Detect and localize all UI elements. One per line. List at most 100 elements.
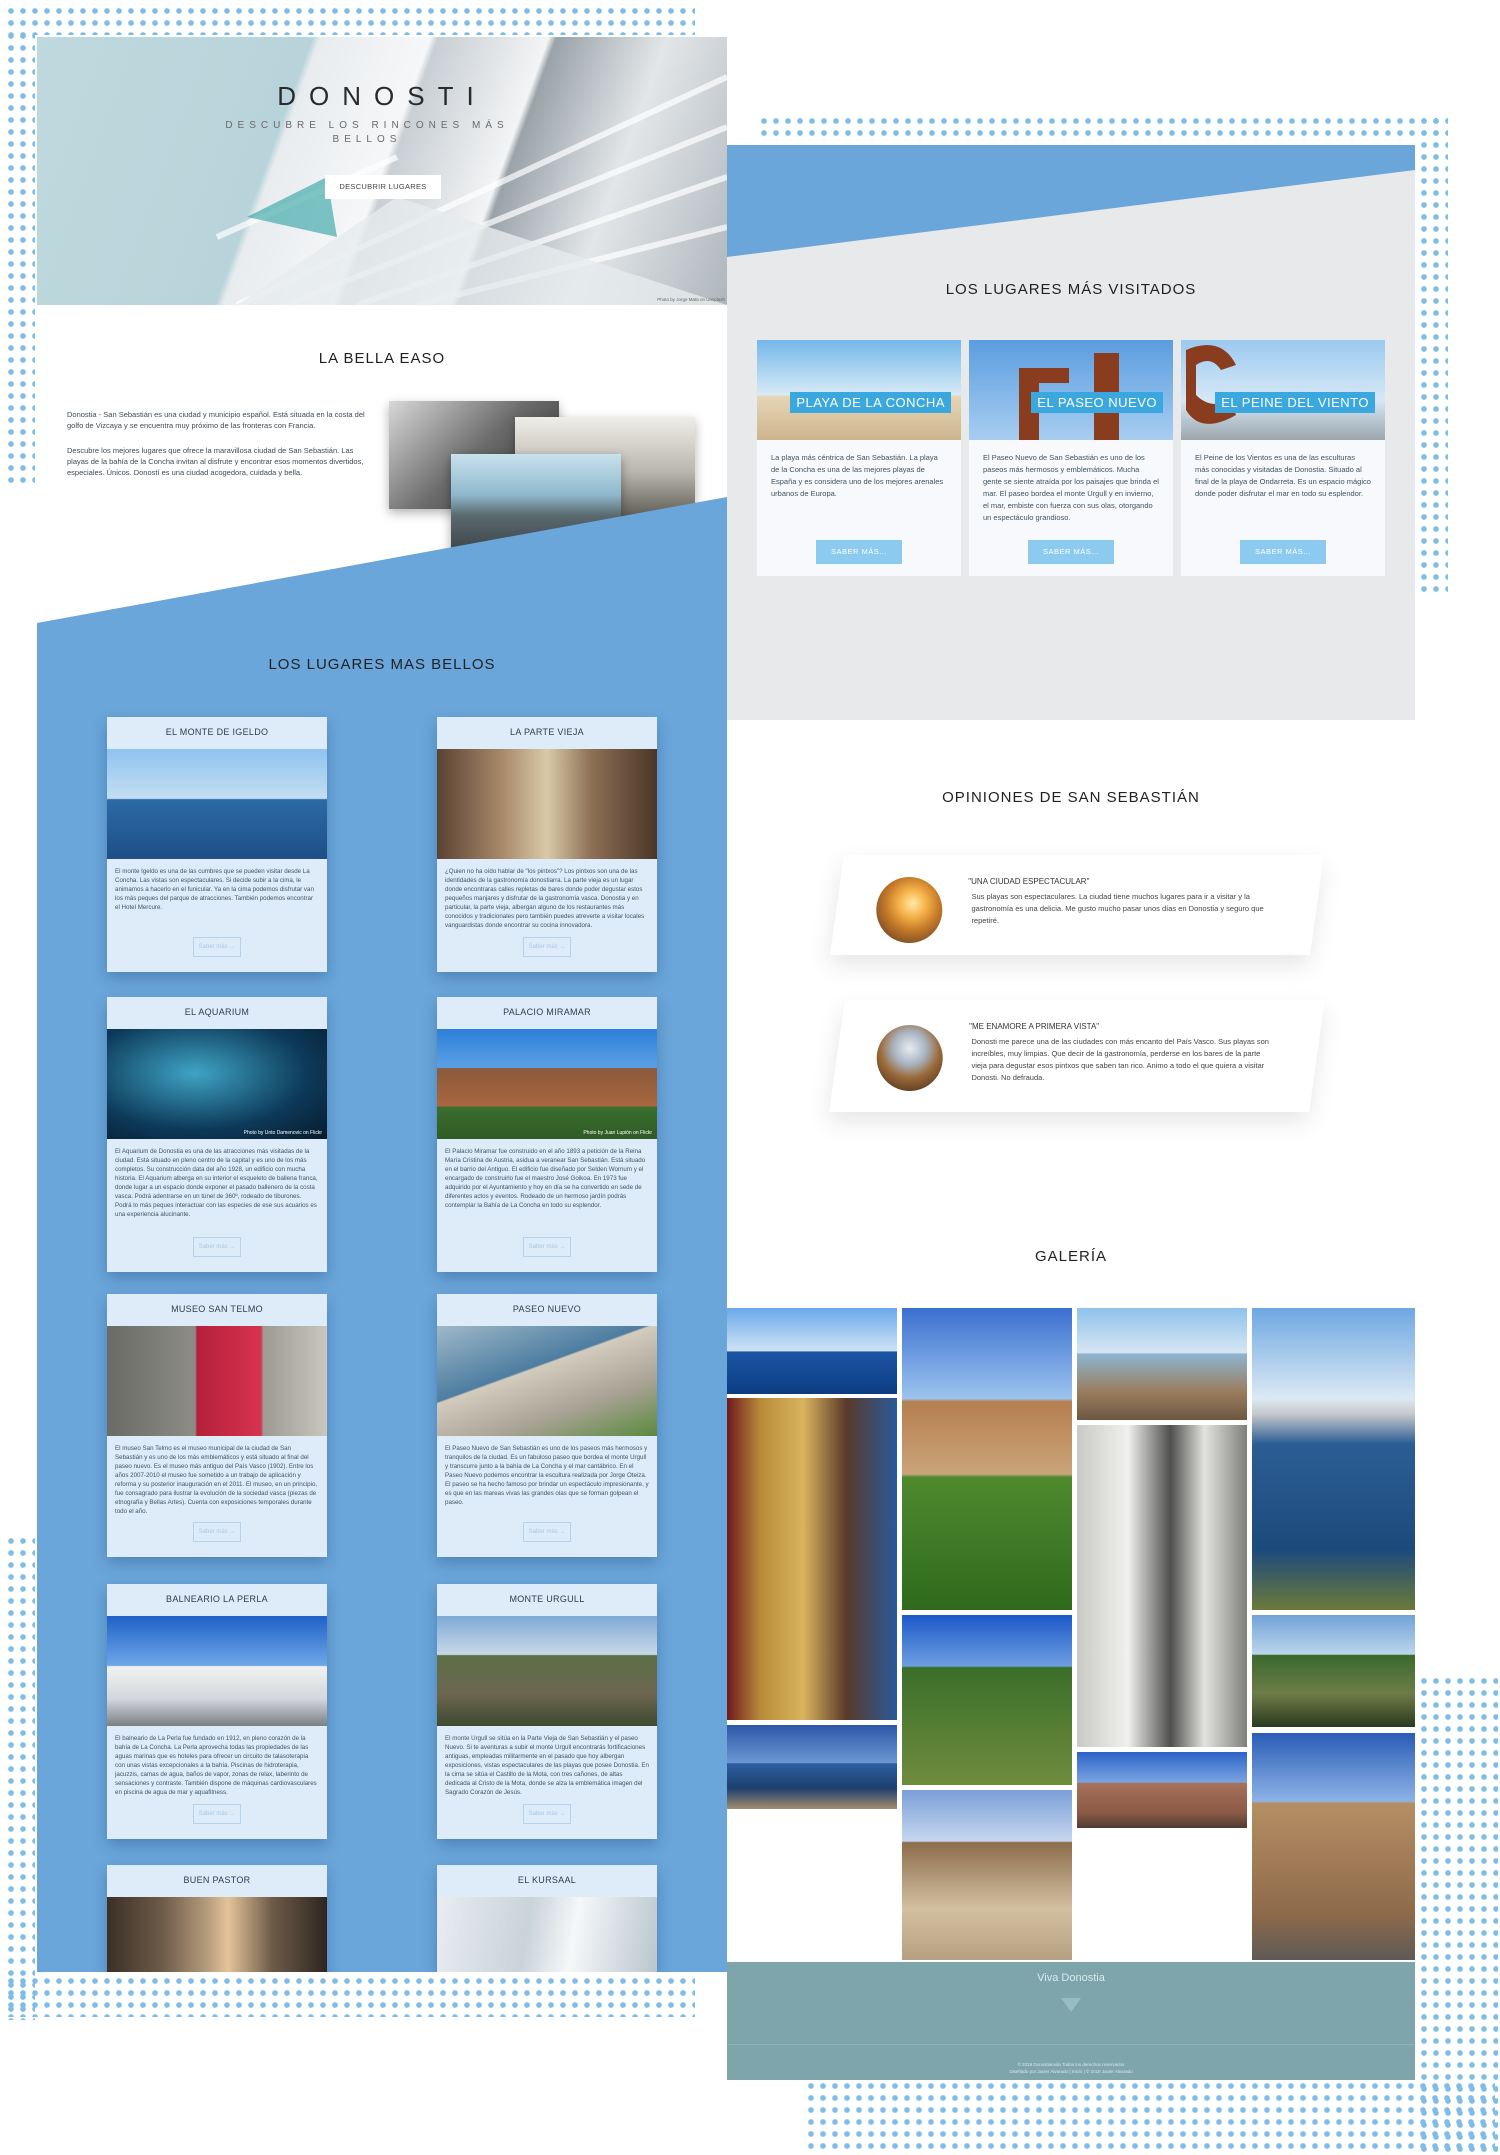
bellos-card[interactable]: PALACIO MIRAMAR Photo by Juan Lupión on … xyxy=(437,997,657,1272)
gallery-photo-mural xyxy=(1077,1425,1247,1747)
visitados-card-button[interactable]: SABER MÁS... xyxy=(1240,540,1326,564)
footer-divider xyxy=(727,2044,1415,2045)
bellos-card-more-button[interactable]: Saber más → xyxy=(193,1522,241,1542)
visitados-card-text: La playa más céntrica de San Sebastián. … xyxy=(771,453,944,498)
dot-frame-top-left xyxy=(5,5,695,35)
visitados-card-badge: EL PEINE DEL VIENTO xyxy=(1215,392,1375,413)
bellos-card-image: Photo by Juan Lupión on Flickr xyxy=(437,1029,657,1139)
visitados-card-text: El Peine de los Vientos es una de las es… xyxy=(1195,453,1371,498)
visitados-card-badge: EL PASEO NUEVO xyxy=(1031,392,1163,413)
bellos-card[interactable]: EL KURSAAL xyxy=(437,1865,657,1972)
visitados-card-image xyxy=(757,340,961,440)
footer-title: Viva Donostia xyxy=(1037,1972,1105,1984)
bellos-card-more-button[interactable]: Saber más → xyxy=(523,1804,571,1824)
bellos-card-more-button[interactable]: Saber más → xyxy=(193,1237,241,1257)
gallery-photo-path xyxy=(1252,1615,1415,1727)
opinion-avatar xyxy=(876,1025,943,1091)
bellos-card[interactable]: BALNEARIO LA PERLA El balneario de La Pe… xyxy=(107,1584,327,1839)
bellos-card-more-button[interactable]: Saber más → xyxy=(523,1237,571,1257)
visitados-card-image xyxy=(1181,340,1385,440)
hero-title: DONOSTI xyxy=(277,81,487,111)
footer-copyright: © 2019 Donostiamola Todos los derechos r… xyxy=(1017,2062,1125,2067)
bella-title: LA BELLA EASO xyxy=(318,350,446,367)
visitados-card-badge: PLAYA DE LA CONCHA xyxy=(790,392,951,413)
bellos-card-text: El Palacio Miramar fue construido en el … xyxy=(445,1148,646,1209)
bellos-card-title: MUSEO SAN TELMO xyxy=(171,1304,263,1314)
hero-building-lines xyxy=(215,74,727,305)
hero-credit: Photo by Jorge Mata on Unsplash xyxy=(657,297,725,302)
footer-credits[interactable]: Diseñado por Javier Alvarado | Inicio | … xyxy=(727,2069,1415,2074)
bellos-card-photo-credit: Photo by Unto Damenovic on Flickr xyxy=(243,1130,322,1136)
bellos-card[interactable]: EL AQUARIUM Photo by Unto Damenovic on F… xyxy=(107,997,327,1272)
peine-sculpture-icon xyxy=(1186,345,1236,424)
bellos-card-image xyxy=(437,1326,657,1436)
gallery-photo-bay xyxy=(727,1725,897,1809)
bellos-card-text: ¿Quien no ha oído hablar de "los pintxos… xyxy=(445,868,645,929)
bellos-card-text: El balneario de La Perla fue fundado en … xyxy=(115,1735,317,1796)
bellos-card-image xyxy=(107,749,327,859)
dot-frame-top-right xyxy=(758,115,1448,141)
dot-frame-right-upper xyxy=(1418,115,1448,595)
visitados-card[interactable]: EL PASEO NUEVO El Paseo Nuevo de San Seb… xyxy=(969,340,1173,576)
opinion-text: Donosti me parece una de las ciudades co… xyxy=(971,1037,1269,1082)
bellos-card[interactable]: BUEN PASTOR xyxy=(107,1865,327,1972)
opinion-card: "UNA CIUDAD ESPECTACULAR" Sus playas son… xyxy=(829,855,1325,955)
visitados-card-button[interactable]: SABER MÁS... xyxy=(816,540,902,564)
dot-frame-bottom-left xyxy=(5,1975,695,2017)
visitados-card-button[interactable]: SABER MÁS... xyxy=(1028,540,1114,564)
gallery-photo-plants xyxy=(902,1615,1072,1785)
visitados-card-image xyxy=(969,340,1173,440)
bellos-card-image xyxy=(437,1616,657,1726)
bellos-card-title: EL AQUARIUM xyxy=(184,1007,250,1017)
opinion-quote: "UNA CIUDAD ESPECTACULAR" xyxy=(968,877,1090,886)
bellos-card-title: EL MONTE DE IGELDO xyxy=(165,727,269,737)
opiniones-title: OPINIONES DE SAN SEBASTIÁN xyxy=(942,789,1200,806)
hero-discover-button[interactable]: DESCUBRIR LUGARES xyxy=(325,175,441,199)
opinion-text: Sus playas son espectaculares. La ciudad… xyxy=(971,892,1264,925)
bellos-card-title: BUEN PASTOR xyxy=(183,1875,251,1885)
visitados-card[interactable]: PLAYA DE LA CONCHA La playa más céntrica… xyxy=(757,340,961,576)
page: DONOSTI DESCUBRE LOS RINCONES MÁS BELLOS… xyxy=(0,0,1500,2155)
left-column: DONOSTI DESCUBRE LOS RINCONES MÁS BELLOS… xyxy=(37,37,727,1972)
bellos-card-text: El Paseo Nuevo de San Sebastián es uno d… xyxy=(445,1445,649,1506)
bellos-card-more-button[interactable]: Saber más → xyxy=(193,937,241,957)
bellos-card-title: EL KURSAAL xyxy=(517,1875,577,1885)
galeria-title: GALERÍA xyxy=(1034,1248,1108,1265)
bellos-card-text: El museo San Telmo es el museo municipal… xyxy=(115,1445,318,1515)
gallery-photo-carousel xyxy=(727,1398,897,1720)
bellos-card[interactable]: MUSEO SAN TELMO El museo San Telmo es el… xyxy=(107,1294,327,1557)
bellos-card-image xyxy=(437,1897,657,1972)
bellos-card-image xyxy=(437,749,657,859)
bellos-card[interactable]: PASEO NUEVO El Paseo Nuevo de San Sebast… xyxy=(437,1294,657,1557)
visitados-blue-wedge xyxy=(727,145,1415,257)
bellos-card-text: El monte Urgull se sitúa en la Parte Vie… xyxy=(445,1735,649,1796)
bellos-card[interactable]: LA PARTE VIEJA ¿Quien no ha oído hablar … xyxy=(437,717,657,972)
bellos-card-title: PASEO NUEVO xyxy=(512,1304,582,1314)
dot-frame-bottom-right xyxy=(805,2080,1495,2150)
bella-paragraph-2: Descubre los mejores lugares que ofrece … xyxy=(67,446,364,477)
bellos-card-image xyxy=(107,1326,327,1436)
bellos-card-more-button[interactable]: Saber más → xyxy=(193,1804,241,1824)
gallery-photo-city-hall xyxy=(1252,1733,1415,1960)
gallery-photo-cathedral xyxy=(1077,1752,1247,1828)
bellos-card-more-button[interactable]: Saber más → xyxy=(523,937,571,957)
bellos-title: LOS LUGARES MAS BELLOS xyxy=(268,656,496,673)
hero-subtitle: DESCUBRE LOS RINCONES MÁS BELLOS xyxy=(225,120,509,145)
visitados-title: LOS LUGARES MÁS VISITADOS xyxy=(945,281,1197,298)
dot-frame-left-upper xyxy=(5,30,35,485)
bellos-card-title: LA PARTE VIEJA xyxy=(510,727,584,737)
bellos-card[interactable]: MONTE URGULL El monte Urgull se sitúa en… xyxy=(437,1584,657,1839)
opinion-avatar xyxy=(876,877,943,943)
right-column: LOS LUGARES MÁS VISITADOS PLAYA DE LA CO… xyxy=(727,145,1415,2080)
bellos-card[interactable]: EL MONTE DE IGELDO El monte Igeldo es un… xyxy=(107,717,327,972)
gallery-photo-sea xyxy=(727,1308,897,1394)
bellos-card-image xyxy=(107,1897,327,1972)
bellos-card-text: El Aquarium de Donostia es una de las at… xyxy=(115,1148,318,1218)
visitados-card[interactable]: EL PEINE DEL VIENTO El Peine de los Vien… xyxy=(1181,340,1385,576)
bellos-card-image: Photo by Unto Damenovic on Flickr xyxy=(107,1029,327,1139)
footer: Viva Donostia © 2019 Donostiamola Todos … xyxy=(727,1962,1415,2080)
footer-logo-icon xyxy=(1061,1998,1081,2012)
gallery-photo-garden xyxy=(902,1308,1072,1610)
bellos-card-photo-credit: Photo by Juan Lupión on Flickr xyxy=(583,1130,652,1136)
bellos-card-more-button[interactable]: Saber más → xyxy=(523,1522,571,1542)
